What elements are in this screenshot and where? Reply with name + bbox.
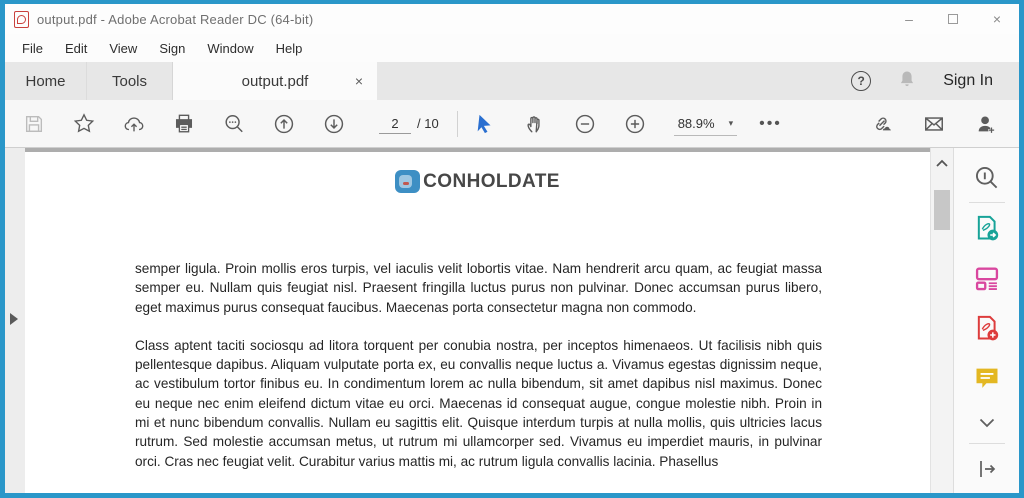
menu-sign[interactable]: Sign [148,41,196,56]
tab-bar-right: ? Sign In [851,62,1019,100]
title-bar: output.pdf - Adobe Acrobat Reader DC (64… [5,4,1019,34]
edit-pdf-icon[interactable] [973,264,1001,292]
notifications-bell-icon[interactable] [897,69,917,94]
create-pdf-icon[interactable] [973,314,1001,342]
previous-page-icon[interactable] [273,113,295,135]
print-icon[interactable] [173,113,195,135]
toolbar-right [871,113,1001,135]
search-icon[interactable] [223,113,245,135]
document-text: semper ligula. Proin mollis eros turpis,… [135,259,822,471]
zoom-out-icon[interactable] [574,113,596,135]
scrollbar-thumb[interactable] [934,190,950,230]
paragraph-1: semper ligula. Proin mollis eros turpis,… [135,259,822,317]
next-page-icon[interactable] [323,113,345,135]
sidebar-bottom [969,432,1005,483]
page-number-input[interactable] [379,114,411,134]
toolbar-separator [457,111,458,137]
menu-help[interactable]: Help [265,41,314,56]
save-icon[interactable] [23,113,45,135]
chevron-down-icon: ▾ [729,118,734,129]
zoom-level-value: 88.9% [678,116,715,131]
more-tools-chevron-icon[interactable] [973,414,1001,432]
acrobat-window: output.pdf - Adobe Acrobat Reader DC (64… [0,0,1024,498]
sidebar-divider-bottom [969,443,1005,444]
expand-nav-pane-icon[interactable] [10,313,18,325]
select-tool-icon[interactable] [474,113,496,135]
pdf-app-icon [14,11,29,28]
content-area: CONHOLDATE semper ligula. Proin mollis e… [5,148,1019,493]
maximize-button[interactable] [931,4,975,34]
page-total-label: / 10 [417,116,439,131]
add-user-icon[interactable] [975,113,997,135]
pdf-page: CONHOLDATE semper ligula. Proin mollis e… [25,170,930,493]
export-pdf-icon[interactable] [973,214,1001,242]
tab-close-icon[interactable]: × [355,73,363,89]
tab-bar: Home Tools output.pdf × ? Sign In [5,62,1019,100]
conholdate-logo-text: CONHOLDATE [423,171,560,193]
maximize-icon [948,14,958,24]
tab-document[interactable]: output.pdf × [173,62,377,100]
conholdate-logo-icon [395,170,420,193]
vertical-scrollbar[interactable] [930,148,953,493]
document-logo: CONHOLDATE [25,170,930,193]
zoom-in-icon[interactable] [624,113,646,135]
zoom-level-control[interactable]: 88.9% ▾ [674,112,737,136]
menu-file[interactable]: File [11,41,54,56]
tools-sidebar [953,148,1019,493]
close-button[interactable]: × [975,4,1019,34]
tab-document-label: output.pdf [242,73,309,90]
sign-in-button[interactable]: Sign In [943,72,993,90]
email-icon[interactable] [923,113,945,135]
more-tools-icon[interactable]: ••• [759,113,782,135]
scroll-up-icon[interactable] [936,154,948,172]
navigation-pane-strip [5,148,25,493]
sidebar-divider [969,202,1005,203]
document-viewport[interactable]: CONHOLDATE semper ligula. Proin mollis e… [25,148,930,493]
hand-tool-icon[interactable] [524,113,546,135]
cloud-upload-icon[interactable] [123,113,145,135]
menu-view[interactable]: View [98,41,148,56]
window-controls: – × [887,4,1019,34]
comment-icon[interactable] [973,364,1001,392]
menu-bar: File Edit View Sign Window Help [5,34,1019,62]
find-in-document-icon[interactable] [973,164,1001,191]
tab-tools[interactable]: Tools [87,62,173,100]
main-toolbar: / 10 88.9% ▾ ••• [5,100,1019,148]
menu-window[interactable]: Window [196,41,264,56]
paragraph-2: Class aptent taciti sociosqu ad litora t… [135,336,822,471]
share-link-icon[interactable] [871,113,893,135]
window-title: output.pdf - Adobe Acrobat Reader DC (64… [37,12,313,27]
tab-home[interactable]: Home [5,62,87,100]
minimize-button[interactable]: – [887,4,931,34]
help-icon[interactable]: ? [851,71,871,91]
bookmark-star-icon[interactable] [73,113,95,135]
open-tools-pane-icon[interactable] [973,455,1001,483]
menu-edit[interactable]: Edit [54,41,98,56]
